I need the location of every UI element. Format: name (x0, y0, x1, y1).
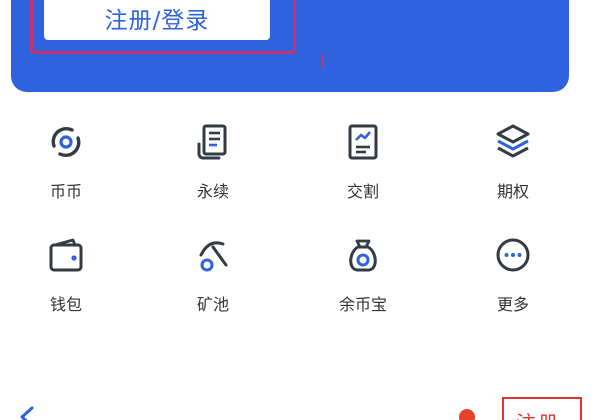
perpetual-document-icon (193, 122, 233, 162)
shortcut-delivery[interactable]: 交割 (308, 122, 418, 212)
register-label: 注册 (516, 407, 560, 420)
shortcut-more[interactable]: 更多 (458, 235, 568, 325)
options-layers-icon (493, 122, 533, 162)
shortcut-label: 交割 (346, 182, 379, 201)
coin-exchange-icon (46, 122, 86, 162)
delivery-chart-icon (343, 122, 383, 162)
shortcut-options[interactable]: 期权 (458, 122, 568, 212)
shortcut-wallet[interactable]: 钱包 (11, 235, 121, 325)
annotation-dot (459, 409, 475, 420)
wallet-icon (46, 235, 86, 275)
shortcut-mining-pool[interactable]: 矿池 (158, 235, 268, 325)
shortcut-perpetual[interactable]: 永续 (158, 122, 268, 212)
money-bag-icon (343, 235, 383, 275)
shortcut-label: 永续 (196, 182, 229, 201)
shortcut-label: 币币 (49, 182, 82, 201)
back-arrow-icon[interactable] (14, 404, 40, 420)
app-screen: 注册/登录 币币 永续 交割 期权 钱包 矿池 余币宝 更多 (0, 0, 600, 420)
mining-pool-icon (193, 235, 233, 275)
annotation-marker (322, 54, 324, 68)
shortcut-label: 矿池 (196, 295, 229, 314)
shortcut-label: 余币宝 (338, 295, 387, 314)
shortcut-label: 钱包 (49, 295, 82, 314)
register-login-button[interactable]: 注册/登录 (44, 0, 270, 40)
shortcut-savings[interactable]: 余币宝 (308, 235, 418, 325)
register-link[interactable]: 注册 (502, 397, 582, 420)
shortcut-label: 期权 (496, 182, 529, 201)
shortcut-spot[interactable]: 币币 (11, 122, 121, 212)
shortcut-label: 更多 (496, 295, 529, 314)
more-dots-icon (493, 235, 533, 275)
